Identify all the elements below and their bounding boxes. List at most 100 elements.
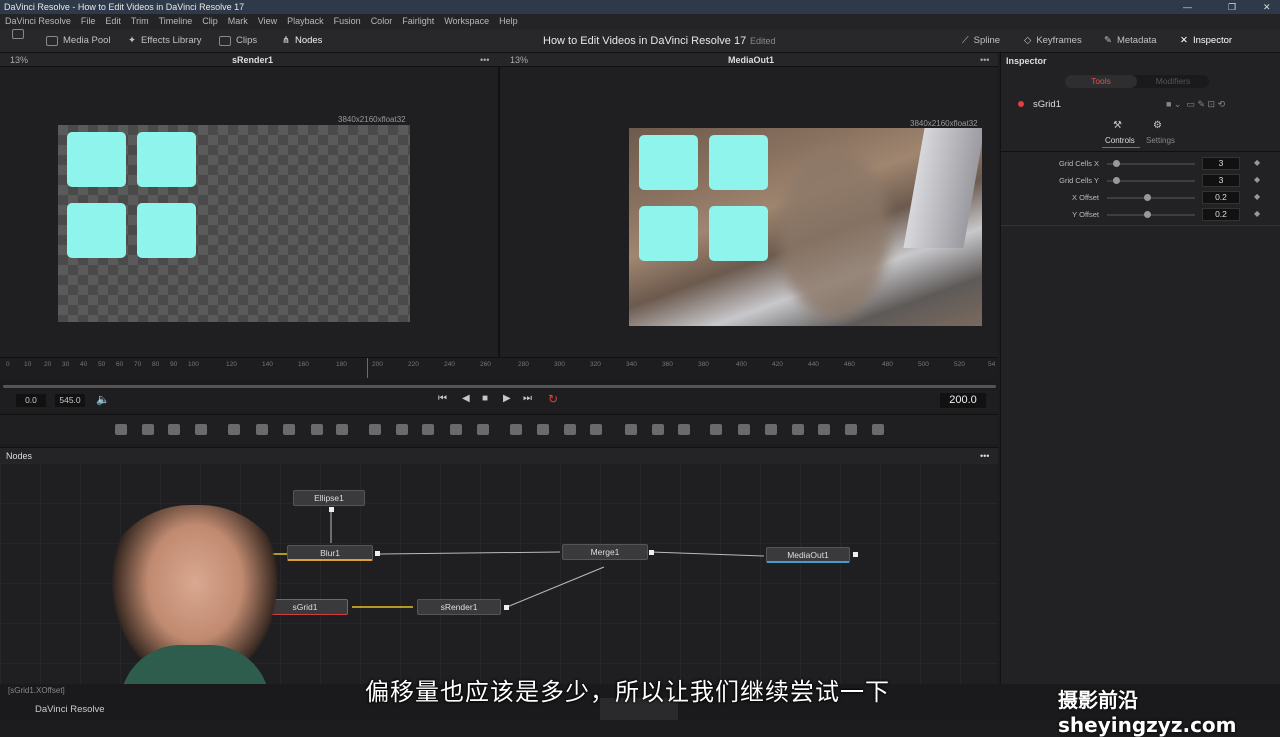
go-to-start-icon[interactable]: ⏮ <box>438 393 447 404</box>
menu-item-color[interactable]: Color <box>366 14 398 29</box>
menu-item-mark[interactable]: Mark <box>223 14 253 29</box>
node-graph[interactable]: Ellipse1 Blur1 Merge1 MediaOut1 sGrid1 s… <box>0 463 998 705</box>
fusion-tool-icon[interactable] <box>477 424 489 435</box>
left-viewer-menu-icon[interactable]: ••• <box>480 53 489 67</box>
fusion-tool-icon[interactable] <box>256 424 268 435</box>
menu-item-view[interactable]: View <box>253 14 282 29</box>
fusion-tool-icon[interactable] <box>195 424 207 435</box>
subtab-controls[interactable]: Controls <box>1105 136 1135 145</box>
fusion-tool-icon[interactable] <box>590 424 602 435</box>
slider-knob[interactable] <box>1143 211 1151 218</box>
right-viewer[interactable]: 3840x2160xfloat32 <box>500 67 998 357</box>
right-viewer-menu-icon[interactable]: ••• <box>980 53 989 67</box>
param-value-field[interactable]: 3 <box>1202 157 1240 170</box>
clips-button[interactable]: Clips <box>219 29 257 53</box>
right-zoom[interactable]: 13% <box>510 53 528 67</box>
param-slider[interactable] <box>1107 163 1195 165</box>
slider-knob[interactable] <box>1112 177 1120 184</box>
minimize-icon[interactable]: — <box>1183 0 1192 14</box>
output-port[interactable] <box>504 605 509 610</box>
node-ellipse1[interactable]: Ellipse1 <box>293 490 365 506</box>
param-value-field[interactable]: 0.2 <box>1202 191 1240 204</box>
left-zoom[interactable]: 13% <box>10 53 28 67</box>
fusion-tool-icon[interactable] <box>818 424 830 435</box>
node-mediaout1[interactable]: MediaOut1 <box>766 547 850 563</box>
fusion-tool-icon[interactable] <box>537 424 549 435</box>
current-time[interactable]: 200.0 <box>940 393 986 408</box>
menu-item-timeline[interactable]: Timeline <box>154 14 198 29</box>
fusion-tool-icon[interactable] <box>738 424 750 435</box>
param-slider[interactable] <box>1107 180 1195 182</box>
node-srender1[interactable]: sRender1 <box>417 599 501 615</box>
media-pool-button[interactable]: Media Pool <box>46 29 111 53</box>
output-port[interactable] <box>649 550 654 555</box>
fusion-tool-icon[interactable] <box>336 424 348 435</box>
fusion-tool-icon[interactable] <box>115 424 127 435</box>
loop-icon[interactable]: ↻ <box>548 392 558 406</box>
node-blur1[interactable]: Blur1 <box>287 545 373 561</box>
fusion-tool-icon[interactable] <box>792 424 804 435</box>
start-time[interactable]: 0.0 <box>16 394 46 407</box>
fusion-tool-icon[interactable] <box>872 424 884 435</box>
metadata-button[interactable]: ✎ Metadata <box>1104 29 1157 53</box>
keyframes-button[interactable]: ◇ Keyframes <box>1024 29 1082 53</box>
menu-item-trim[interactable]: Trim <box>126 14 154 29</box>
menu-item-edit[interactable]: Edit <box>100 14 126 29</box>
tool-enable-icon[interactable] <box>1018 101 1024 107</box>
play-icon[interactable]: ▶ <box>503 393 511 404</box>
menu-item-help[interactable]: Help <box>494 14 523 29</box>
nodes-button[interactable]: ⋔ Nodes <box>282 29 322 53</box>
tab-tools[interactable]: Tools <box>1065 75 1137 88</box>
maximize-icon[interactable]: ❐ <box>1228 0 1236 14</box>
play-reverse-icon[interactable]: ◀ <box>462 393 470 404</box>
stop-icon[interactable]: ■ <box>482 393 488 404</box>
go-to-end-icon[interactable]: ⏭ <box>523 393 532 404</box>
time-scrubber[interactable] <box>3 385 996 388</box>
inspector-button[interactable]: ✕ Inspector <box>1180 29 1232 53</box>
param-value-field[interactable]: 0.2 <box>1202 208 1240 221</box>
menu-item-file[interactable]: File <box>76 14 101 29</box>
panel-toggle-icon[interactable] <box>12 29 24 39</box>
output-port[interactable] <box>853 552 858 557</box>
end-time[interactable]: 545.0 <box>55 394 85 407</box>
keyframe-icon[interactable]: ◆ <box>1254 175 1260 184</box>
fusion-tool-icon[interactable] <box>625 424 637 435</box>
subtab-settings[interactable]: Settings <box>1146 136 1175 145</box>
fusion-tool-icon[interactable] <box>652 424 664 435</box>
close-icon[interactable]: ✕ <box>1263 0 1271 14</box>
menu-item-clip[interactable]: Clip <box>197 14 223 29</box>
fusion-tool-icon[interactable] <box>142 424 154 435</box>
fusion-tool-icon[interactable] <box>845 424 857 435</box>
time-ruler[interactable]: 0 10 20 30 40 50 60 70 80 90 100 120 140 160 180 200 220… <box>0 357 998 388</box>
fusion-tool-icon[interactable] <box>450 424 462 435</box>
fusion-tool-icon[interactable] <box>396 424 408 435</box>
fusion-tool-icon[interactable] <box>765 424 777 435</box>
fusion-tool-icon[interactable] <box>422 424 434 435</box>
left-viewer[interactable]: 3840x2160xfloat32 <box>0 67 498 357</box>
menu-item-fairlight[interactable]: Fairlight <box>397 14 439 29</box>
fusion-tool-icon[interactable] <box>311 424 323 435</box>
fusion-tool-icon[interactable] <box>564 424 576 435</box>
param-value-field[interactable]: 3 <box>1202 174 1240 187</box>
output-port[interactable] <box>375 551 380 556</box>
nodes-menu-icon[interactable]: ••• <box>980 448 989 464</box>
fusion-tool-icon[interactable] <box>678 424 690 435</box>
menu-item-fusion[interactable]: Fusion <box>329 14 366 29</box>
fusion-tool-icon[interactable] <box>283 424 295 435</box>
effects-library-button[interactable]: ✦ Effects Library <box>128 29 202 53</box>
spline-button[interactable]: ⟋ Spline <box>962 29 1000 53</box>
menu-item-davinci[interactable]: DaVinci Resolve <box>0 14 76 29</box>
menu-item-workspace[interactable]: Workspace <box>439 14 494 29</box>
keyframe-icon[interactable]: ◆ <box>1254 158 1260 167</box>
fusion-tool-icon[interactable] <box>228 424 240 435</box>
keyframe-icon[interactable]: ◆ <box>1254 209 1260 218</box>
playhead[interactable] <box>367 358 368 378</box>
fusion-tool-icon[interactable] <box>168 424 180 435</box>
output-port[interactable] <box>329 507 334 512</box>
tool-options-icons[interactable]: ■ ⌄ ▭ ✎ ⊡ ⟲ <box>1166 99 1225 110</box>
node-merge1[interactable]: Merge1 <box>562 544 648 560</box>
param-slider[interactable] <box>1107 214 1195 216</box>
fusion-tool-icon[interactable] <box>710 424 722 435</box>
menu-item-playback[interactable]: Playback <box>282 14 329 29</box>
keyframe-icon[interactable]: ◆ <box>1254 192 1260 201</box>
